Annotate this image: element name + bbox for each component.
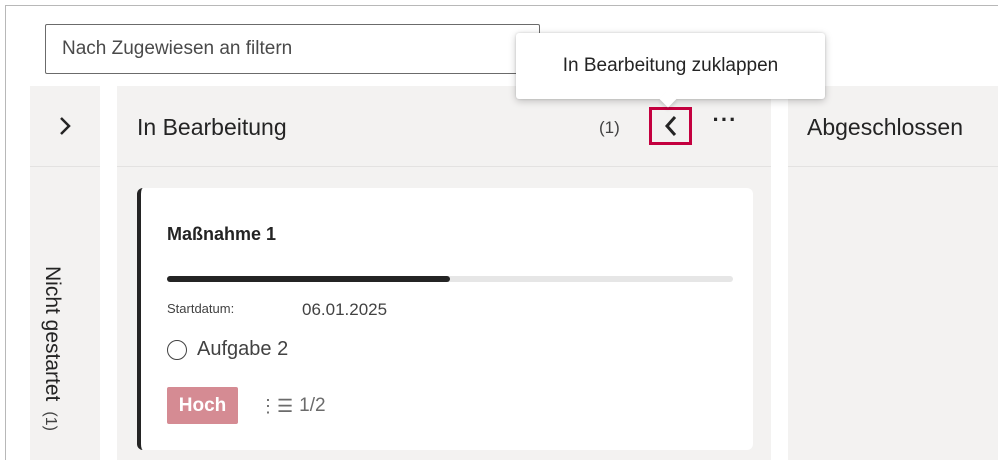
tooltip: In Bearbeitung zuklappen (516, 33, 825, 108)
task-checkbox[interactable] (167, 339, 187, 360)
card-title: Maßnahme 1 (167, 224, 277, 244)
column-completed: Abgeschlossen (788, 86, 998, 460)
task-label: Aufgabe 2 (197, 338, 289, 360)
column-count: (1) (599, 118, 620, 137)
checklist-icon: ⋮☰ (259, 395, 294, 416)
column-not-started: Nicht gestartet (1) (30, 86, 100, 460)
priority-badge: Hoch (167, 387, 238, 424)
column-count: (1) (42, 411, 59, 431)
start-date-value: 06.01.2025 (302, 300, 388, 319)
task-card[interactable]: Maßnahme 1 Startdatum: 06.01.2025 Aufgab… (137, 188, 753, 450)
expand-column-button[interactable] (30, 86, 100, 166)
progress-fill (167, 276, 450, 282)
chevron-left-icon (664, 116, 676, 136)
chevron-right-icon (60, 117, 71, 135)
checklist-count: 1/2 (299, 395, 326, 416)
more-options-button[interactable]: ··· (712, 109, 738, 136)
column-divider (788, 166, 998, 167)
column-title: Abgeschlossen (807, 114, 963, 140)
progress-bar (167, 276, 733, 282)
tooltip-text: In Bearbeitung zuklappen (562, 55, 779, 76)
more-horizontal-icon: ··· (712, 107, 738, 132)
column-divider (117, 166, 771, 167)
checklist-progress: ⋮☰ 1/2 (259, 395, 326, 417)
collapse-column-button[interactable] (649, 107, 692, 145)
column-divider (30, 166, 100, 167)
start-date-label: Startdatum: (167, 301, 235, 316)
assignee-filter-input[interactable] (46, 25, 486, 73)
column-title: In Bearbeitung (137, 114, 287, 140)
assignee-filter[interactable]: ⌄ (45, 24, 559, 74)
column-in-progress: In Bearbeitung (1) ··· Maßnahme 1 Startd… (117, 86, 771, 460)
column-title: Nicht gestartet (41, 266, 64, 402)
column-title-vertical: Nicht gestartet (1) (40, 266, 64, 431)
checklist-item[interactable]: Aufgabe 2 (167, 338, 288, 361)
